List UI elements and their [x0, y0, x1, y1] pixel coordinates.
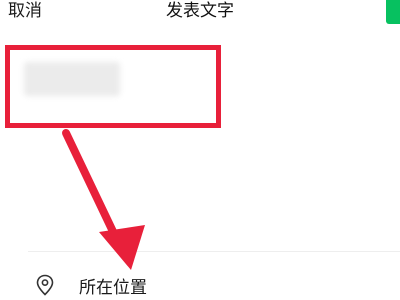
location-pin-icon: [36, 274, 54, 296]
highlight-annotation-box: [5, 45, 221, 128]
location-row[interactable]: 所在位置: [0, 266, 400, 300]
location-label: 所在位置: [79, 278, 147, 298]
divider: [28, 251, 400, 252]
publish-button[interactable]: [386, 0, 400, 24]
compose-screen: 取消 发表文字 所在位置: [0, 0, 400, 300]
top-bar: 取消 发表文字: [0, 0, 400, 36]
page-title: 发表文字: [166, 1, 234, 21]
